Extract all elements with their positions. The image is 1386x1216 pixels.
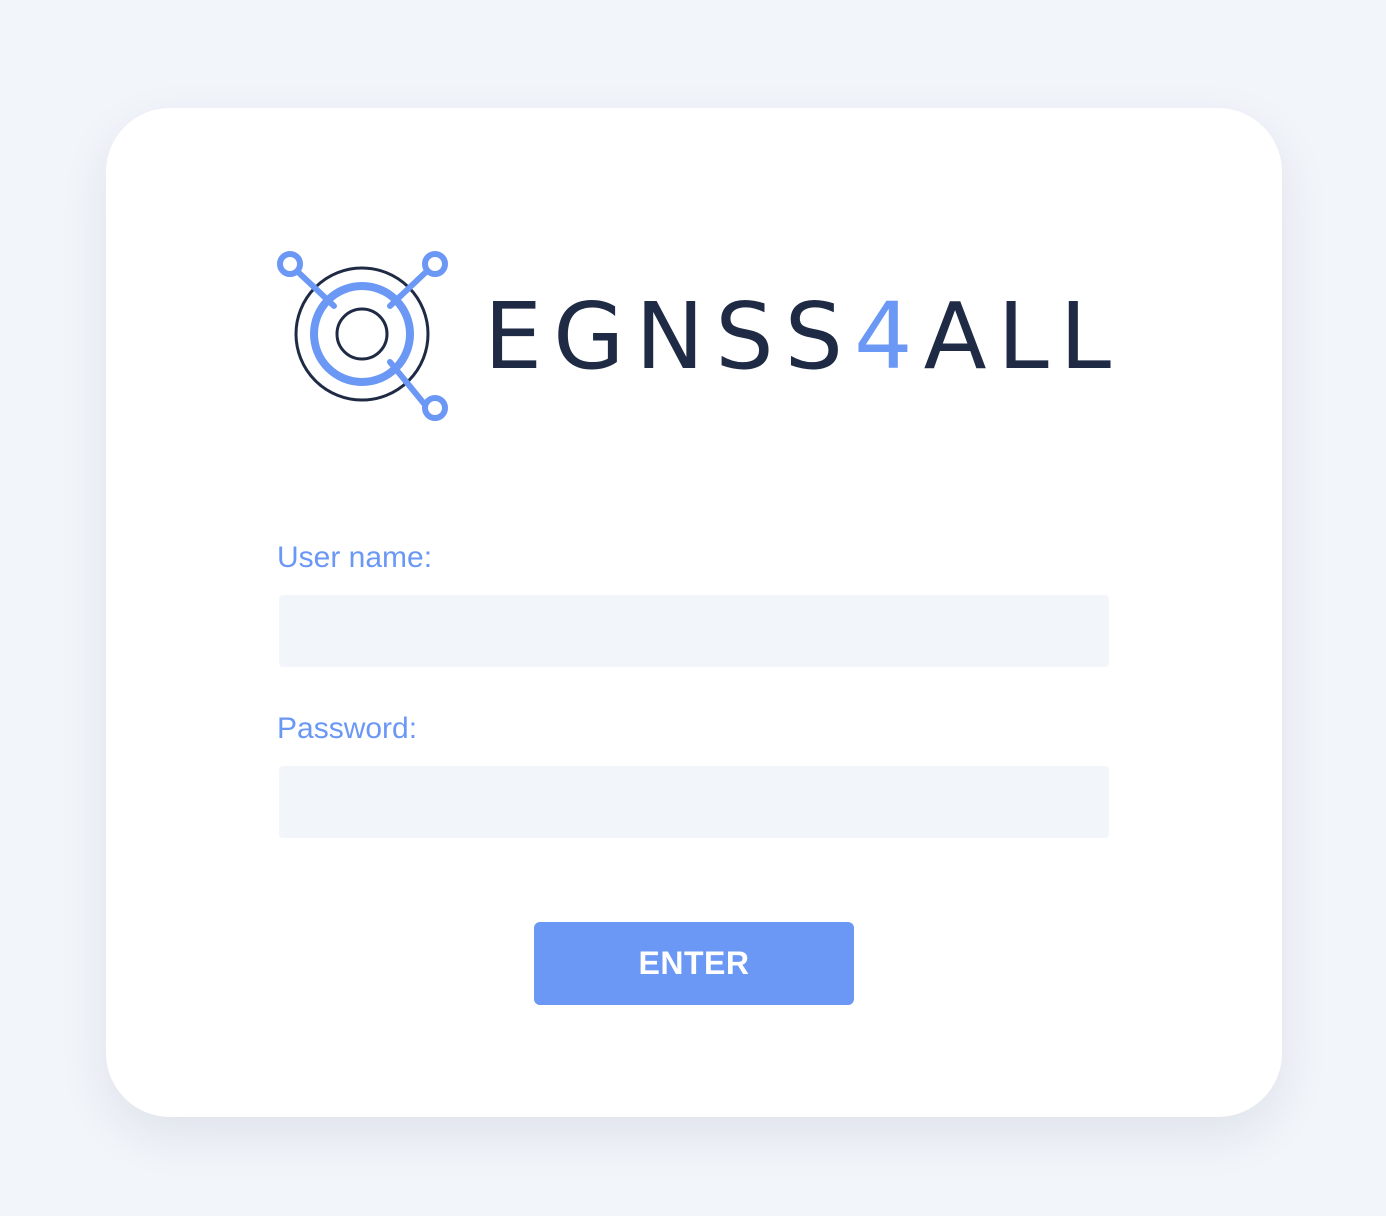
password-input[interactable] — [279, 766, 1109, 838]
username-input[interactable] — [279, 595, 1109, 667]
username-label: User name: — [277, 541, 433, 574]
password-label: Password: — [277, 712, 418, 745]
satellite-target-icon — [277, 251, 448, 421]
enter-button[interactable]: ENTER — [534, 922, 854, 1005]
brand-logo: EGNSS4ALL — [274, 248, 1124, 424]
brand-wordmark: EGNSS4ALL — [484, 282, 1122, 392]
brand-wordmark-prefix: EGNSS — [484, 283, 855, 390]
brand-wordmark-accent: 4 — [854, 283, 924, 390]
brand-wordmark-suffix: ALL — [923, 283, 1123, 390]
